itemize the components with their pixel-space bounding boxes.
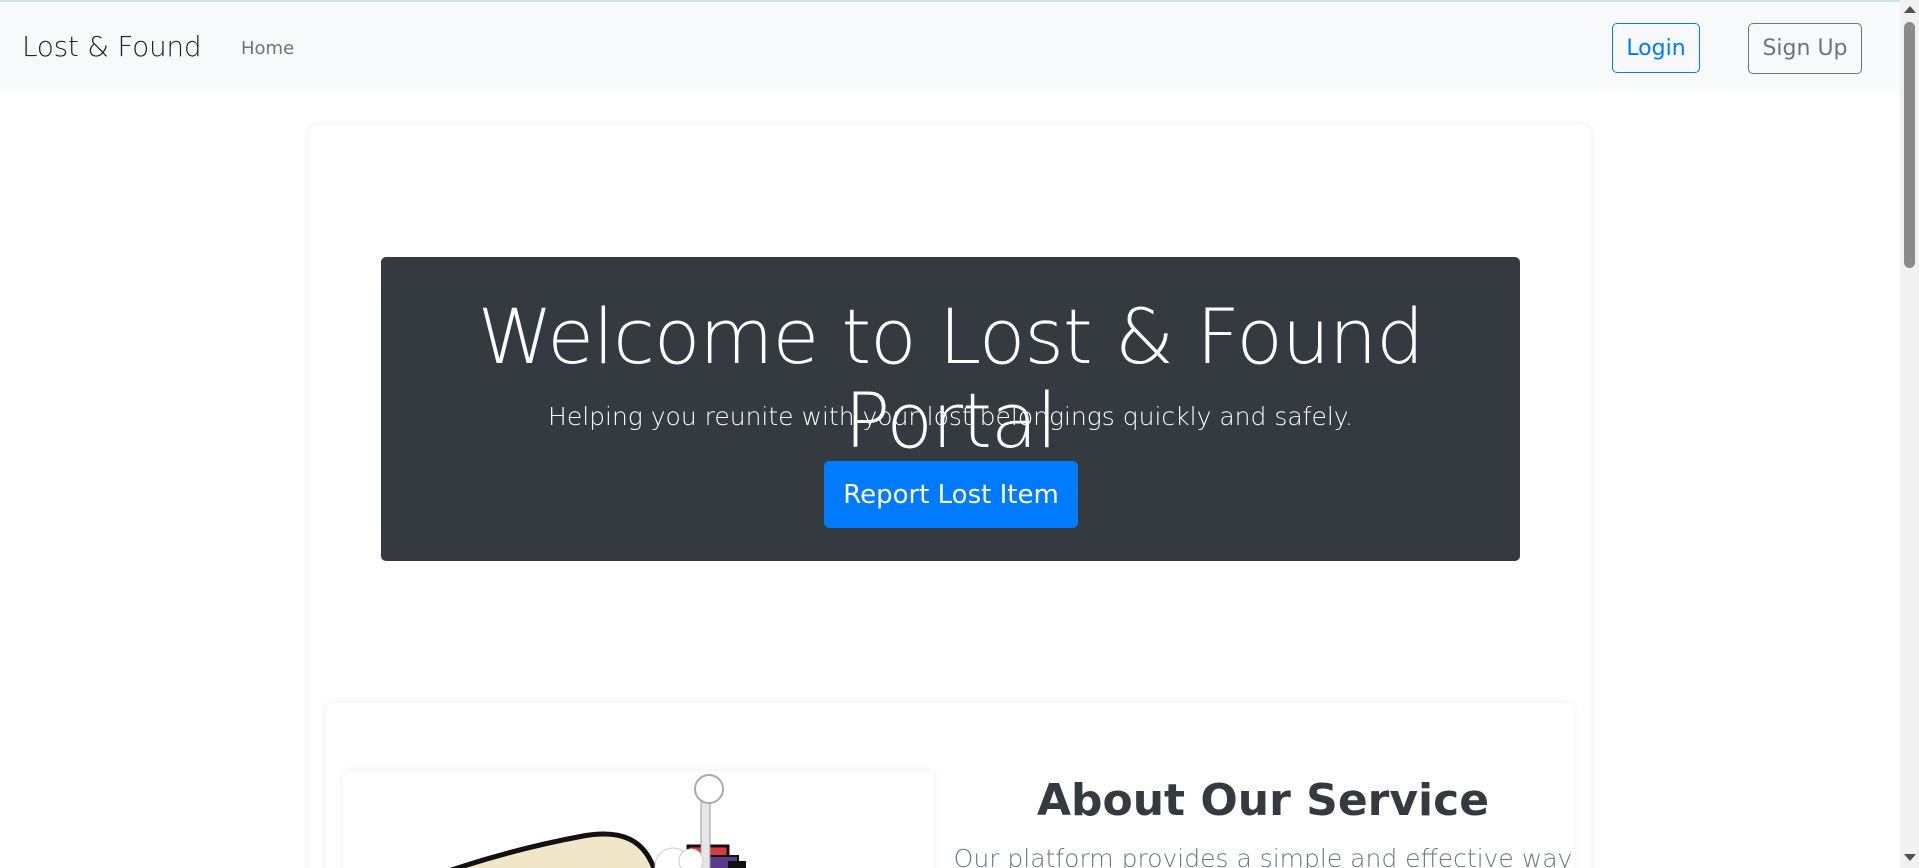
scrollbar-thumb[interactable] xyxy=(1904,22,1915,268)
nav-link-home[interactable]: Home xyxy=(241,38,294,59)
scroll-down-icon[interactable] xyxy=(1904,854,1916,861)
hero-title: Welcome to Lost & Found Portal xyxy=(477,292,1425,465)
lost-items-illustration xyxy=(449,774,746,868)
login-button[interactable]: Login xyxy=(1612,23,1700,73)
scroll-up-icon[interactable] xyxy=(1904,6,1916,13)
report-lost-item-button[interactable]: Report Lost Item xyxy=(824,461,1078,528)
page: Lost & Found Home Login Sign Up Welcome … xyxy=(0,0,1919,868)
about-title: About Our Service xyxy=(1036,775,1490,826)
about-text: Our platform provides a simple and effec… xyxy=(953,844,1573,868)
about-illustration xyxy=(343,771,934,868)
navbar-brand[interactable]: Lost & Found xyxy=(22,30,202,63)
navbar: Lost & Found Home Login Sign Up xyxy=(0,2,1900,91)
hero-subtitle: Helping you reunite with your lost belon… xyxy=(548,402,1353,431)
hero-jumbotron: Welcome to Lost & Found Portal Helping y… xyxy=(381,257,1520,561)
signup-button[interactable]: Sign Up xyxy=(1748,23,1862,74)
